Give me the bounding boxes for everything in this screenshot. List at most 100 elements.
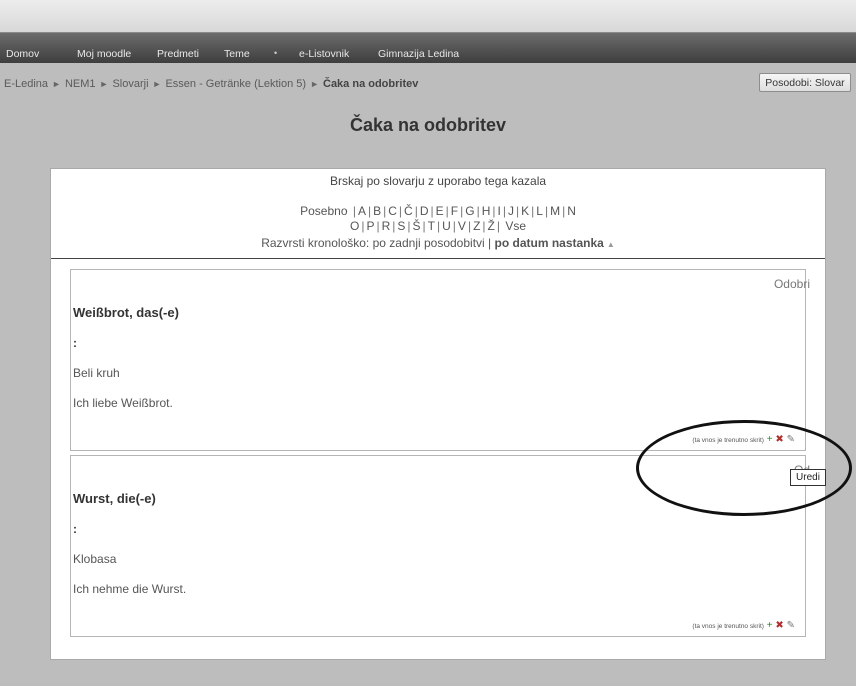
index-separator: |: [496, 219, 500, 233]
sort-by-creation-date[interactable]: po datum nastanka: [495, 236, 604, 250]
update-glossary-button[interactable]: Posodobi: Slovar: [759, 73, 851, 92]
index-separator: |: [376, 219, 380, 233]
breadcrumb-e-ledina[interactable]: E-Ledina: [4, 78, 48, 90]
index-separator: |: [422, 219, 426, 233]
add-icon[interactable]: +: [767, 620, 773, 631]
index-letter[interactable]: K: [521, 204, 529, 218]
index-letter[interactable]: Z: [473, 219, 480, 233]
index-letter[interactable]: T: [428, 219, 435, 233]
index-letter[interactable]: Č: [404, 204, 413, 218]
add-icon[interactable]: +: [767, 434, 773, 445]
index-separator: |: [398, 204, 403, 218]
alphabet-letters-row-1: | A | B | C | Č | D | E | F | G | H | I | J | K | L | M | N: [351, 204, 576, 218]
sort-label: Razvrsti kronološko:: [261, 236, 370, 250]
index-letter[interactable]: D: [420, 204, 429, 218]
nav-home[interactable]: Domov: [6, 48, 39, 60]
index-separator: |: [407, 219, 411, 233]
index-separator: |: [383, 204, 387, 218]
index-letter[interactable]: U: [442, 219, 451, 233]
delete-icon[interactable]: ✖: [775, 434, 783, 445]
index-letter[interactable]: Ž: [488, 219, 495, 233]
index-separator: |: [531, 204, 535, 218]
index-separator: |: [467, 219, 472, 233]
nav-gimnazija-ledina[interactable]: Gimnazija Ledina: [378, 48, 459, 60]
index-letter[interactable]: E: [436, 204, 444, 218]
index-separator: |: [562, 204, 566, 218]
index-separator: |: [452, 219, 456, 233]
alphabet-row-1: Posebno | A | B | C | Č | D | E | F | G | H | I | J | K | L | M | N: [51, 204, 825, 219]
approve-link[interactable]: Odobri: [774, 277, 810, 291]
nav-topics[interactable]: Teme: [224, 48, 250, 60]
edit-icon[interactable]: ✎: [787, 434, 795, 445]
index-all[interactable]: Vse: [505, 219, 526, 233]
breadcrumb-nem1[interactable]: NEM1: [65, 78, 96, 90]
index-letter[interactable]: L: [536, 204, 543, 218]
edit-icon[interactable]: ✎: [787, 620, 795, 631]
index-letter[interactable]: O: [350, 219, 359, 233]
index-separator: |: [352, 204, 356, 218]
entry-colon: :: [73, 336, 77, 350]
breadcrumb-separator: ►: [152, 79, 162, 89]
index-separator: |: [544, 204, 549, 218]
browse-title: Brskaj po slovarju z uporabo tega kazala: [329, 174, 547, 188]
main-navbar: Domov Moj moodle Predmeti Teme • e-Listo…: [0, 32, 856, 63]
sort-by-last-update[interactable]: po zadnji posodobitvi: [373, 236, 485, 250]
sort-ascending-icon[interactable]: ▲: [607, 240, 615, 249]
index-letter[interactable]: F: [451, 204, 458, 218]
entry-hidden-note: (ta vnos je trenutno skrit): [692, 623, 764, 630]
breadcrumb-separator: ►: [99, 79, 109, 89]
index-separator: |: [445, 204, 449, 218]
index-separator: |: [361, 219, 365, 233]
index-letter[interactable]: V: [458, 219, 466, 233]
glossary-entry: Odobri Weißbrot, das(-e) : Beli kruh Ich…: [70, 269, 810, 451]
entry-example: Ich liebe Weißbrot.: [73, 396, 173, 410]
index-letter[interactable]: J: [508, 204, 514, 218]
sort-separator: |: [488, 236, 492, 250]
index-letter[interactable]: Š: [413, 219, 421, 233]
index-letter[interactable]: H: [482, 204, 491, 218]
entry-hidden-note: (ta vnos je trenutno skrit): [692, 437, 764, 444]
index-letter[interactable]: R: [382, 219, 391, 233]
entry-definition: Beli kruh: [73, 366, 120, 380]
glossary-entry: Od Wurst, die(-e) : Klobasa Ich nehme di…: [70, 455, 810, 637]
entry-concept: Weißbrot, das(-e): [73, 305, 179, 320]
index-separator: |: [476, 204, 480, 218]
index-separator: |: [515, 204, 520, 218]
nav-my-moodle[interactable]: Moj moodle: [77, 48, 131, 60]
index-letter[interactable]: M: [550, 204, 560, 218]
nav-courses[interactable]: Predmeti: [157, 48, 199, 60]
index-letter[interactable]: C: [388, 204, 397, 218]
entry-actions: (ta vnos je trenutno skrit) + ✖ ✎: [692, 620, 795, 631]
nav-dot-separator: •: [274, 48, 278, 58]
index-separator: |: [430, 204, 434, 218]
index-letter[interactable]: N: [567, 204, 576, 218]
index-letter[interactable]: A: [358, 204, 366, 218]
index-separator: |: [392, 219, 396, 233]
alphabet-index: Posebno | A | B | C | Č | D | E | F | G | H | I | J | K | L | M | N O…: [51, 204, 825, 234]
index-separator: |: [460, 204, 464, 218]
breadcrumb-current: Čaka na odobritev: [323, 78, 419, 90]
breadcrumb-slovarji[interactable]: Slovarji: [112, 78, 148, 90]
window-top-band: [0, 0, 856, 32]
edit-tooltip: Uredi: [790, 469, 826, 486]
breadcrumb-glossary[interactable]: Essen - Getränke (Lektion 5): [165, 78, 306, 90]
index-letter[interactable]: S: [397, 219, 405, 233]
page-title: Čaka na odobritev: [349, 115, 507, 135]
index-separator: |: [482, 219, 486, 233]
divider: [51, 258, 825, 259]
breadcrumb-separator: ►: [52, 79, 61, 89]
index-special[interactable]: Posebno: [300, 204, 347, 218]
nav-e-listovnik[interactable]: e-Listovnik: [299, 48, 349, 60]
index-separator: |: [437, 219, 441, 233]
index-letter[interactable]: G: [465, 204, 474, 218]
alphabet-letters-row-2: O | P | R | S | Š | T | U | V | Z | Ž |: [350, 219, 502, 233]
breadcrumb: E-Ledina ► NEM1 ► Slovarji ► Essen - Getränke …: [4, 78, 418, 90]
index-letter[interactable]: I: [498, 204, 501, 218]
index-letter[interactable]: P: [366, 219, 374, 233]
breadcrumb-separator: ►: [310, 79, 319, 89]
sort-line: Razvrsti kronološko: po zadnji posodobit…: [51, 236, 825, 250]
index-letter[interactable]: B: [373, 204, 381, 218]
glossary-panel: Brskaj po slovarju z uporabo tega kazala…: [50, 168, 826, 660]
delete-icon[interactable]: ✖: [775, 620, 783, 631]
entry-actions: (ta vnos je trenutno skrit) + ✖ ✎: [692, 434, 795, 445]
